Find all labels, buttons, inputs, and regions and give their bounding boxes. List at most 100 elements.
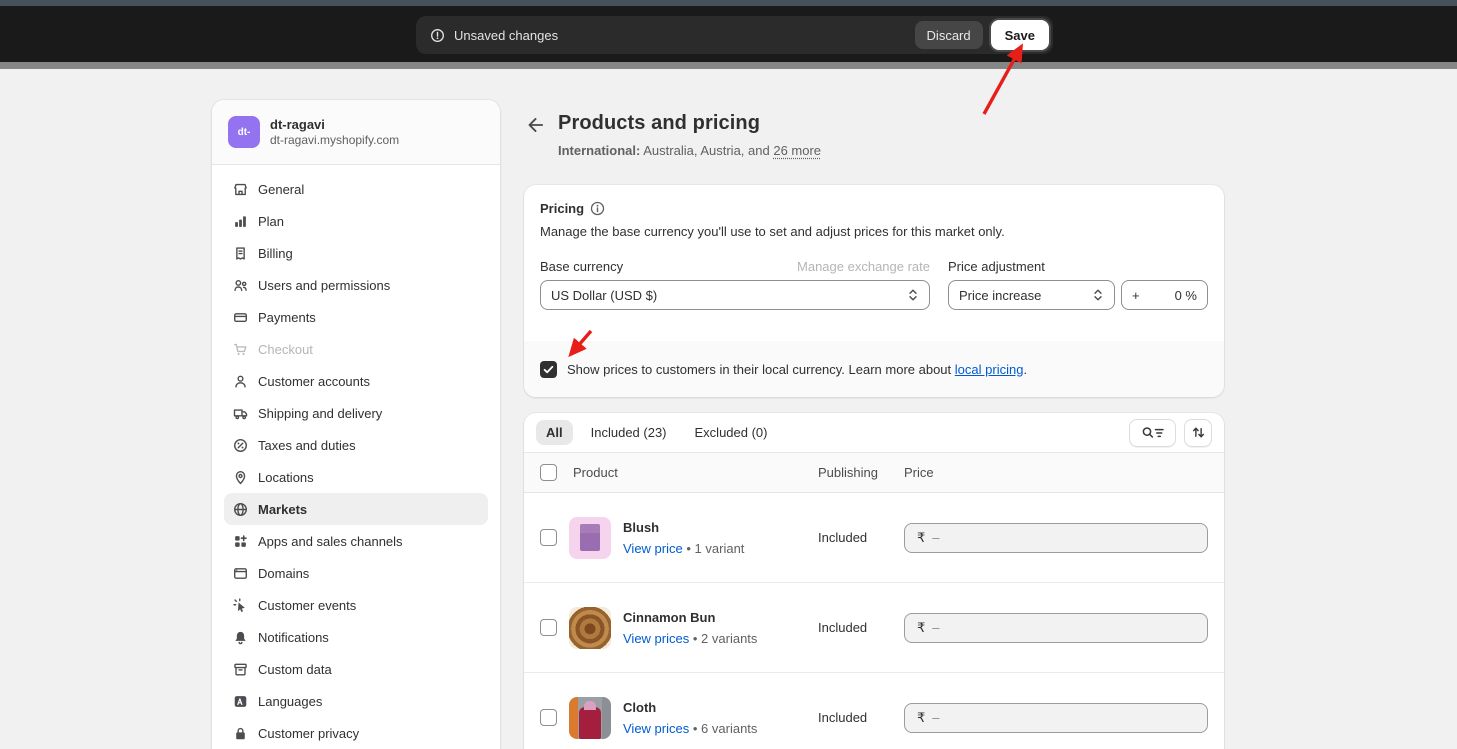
sidebar-item-label: Apps and sales channels [258, 534, 403, 549]
sidebar-item-label: Users and permissions [258, 278, 390, 293]
adjustment-percent-input[interactable]: + 0 % [1121, 280, 1208, 310]
view-price-link[interactable]: View prices [623, 631, 689, 646]
chart-icon [232, 213, 248, 229]
store-icon [232, 181, 248, 197]
save-button[interactable]: Save [991, 20, 1049, 50]
main-content: Products and pricing International: Aust… [524, 100, 1224, 158]
tab-included[interactable]: Included (23) [581, 420, 677, 445]
variant-count: 2 variants [701, 631, 757, 646]
variant-count: 6 variants [701, 721, 757, 736]
translate-icon [232, 693, 248, 709]
search-filter-button[interactable] [1129, 419, 1176, 447]
period: . [1023, 362, 1027, 377]
sidebar-item-payments[interactable]: Payments [224, 301, 488, 333]
discard-button[interactable]: Discard [915, 21, 983, 49]
receipt-icon [232, 245, 248, 261]
table-row: Cloth View prices • 6 variants Included … [524, 673, 1224, 749]
sidebar-item-languages[interactable]: Languages [224, 685, 488, 717]
sidebar-item-customer-privacy[interactable]: Customer privacy [224, 717, 488, 749]
adjustment-amount: 0 % [1175, 288, 1197, 303]
tab-all[interactable]: All [536, 420, 573, 445]
sidebar-item-domains[interactable]: Domains [224, 557, 488, 589]
info-icon[interactable] [590, 201, 605, 216]
sidebar-item-label: Customer events [258, 598, 356, 613]
sidebar-item-locations[interactable]: Locations [224, 461, 488, 493]
sidebar-item-notifications[interactable]: Notifications [224, 621, 488, 653]
back-arrow-icon[interactable] [524, 114, 546, 136]
sidebar-item-label: Checkout [258, 342, 313, 357]
archive-icon [232, 661, 248, 677]
product-thumbnail [569, 517, 611, 559]
price-input[interactable]: ₹ – [904, 523, 1208, 553]
settings-page: Unsaved changes Discard Save dt- dt-raga… [0, 0, 1457, 749]
person-icon [232, 373, 248, 389]
unsaved-changes-bar: Unsaved changes Discard Save [416, 16, 1053, 54]
alert-icon [428, 26, 446, 44]
view-price-link[interactable]: View prices [623, 721, 689, 736]
currency-symbol: ₹ [917, 710, 925, 726]
sidebar-item-label: Customer privacy [258, 726, 359, 741]
sidebar-item-label: Shipping and delivery [258, 406, 382, 421]
divider-strip [0, 62, 1457, 69]
price-adjustment-select[interactable]: Price increase [948, 280, 1115, 310]
publishing-status: Included [818, 710, 904, 725]
sidebar-item-billing[interactable]: Billing [224, 237, 488, 269]
base-currency-label: Base currency [540, 259, 623, 274]
sidebar-item-markets[interactable]: Markets [224, 493, 488, 525]
sidebar-item-taxes[interactable]: Taxes and duties [224, 429, 488, 461]
column-publishing: Publishing [818, 465, 904, 480]
pricing-card-description: Manage the base currency you'll use to s… [540, 224, 1208, 239]
sidebar-item-users[interactable]: Users and permissions [224, 269, 488, 301]
sidebar-item-plan[interactable]: Plan [224, 205, 488, 237]
chevron-updown-icon [1092, 288, 1104, 302]
base-currency-select[interactable]: US Dollar (USD $) [540, 280, 930, 310]
select-all-checkbox[interactable] [540, 464, 557, 481]
local-currency-text: Show prices to customers in their local … [567, 362, 1027, 377]
chevron-updown-icon [907, 288, 919, 302]
sidebar-item-label: Custom data [258, 662, 332, 677]
sidebar-item-label: Notifications [258, 630, 329, 645]
local-currency-checkbox[interactable] [540, 361, 557, 378]
view-price-link[interactable]: View price [623, 541, 683, 556]
cart-icon [232, 341, 248, 357]
pricing-card: Pricing Manage the base currency you'll … [524, 185, 1224, 397]
sidebar-item-shipping[interactable]: Shipping and delivery [224, 397, 488, 429]
store-switcher[interactable]: dt- dt-ragavi dt-ragavi.myshopify.com [212, 100, 500, 165]
product-thumbnail [569, 607, 611, 649]
sidebar-item-general[interactable]: General [224, 173, 488, 205]
price-input[interactable]: ₹ – [904, 613, 1208, 643]
contextual-save-topbar: Unsaved changes Discard Save [0, 6, 1457, 62]
dot-separator: • [686, 541, 691, 556]
product-name: Blush [623, 520, 818, 535]
sidebar-item-apps[interactable]: Apps and sales channels [224, 525, 488, 557]
local-pricing-link[interactable]: local pricing [955, 362, 1024, 377]
row-checkbox[interactable] [540, 709, 557, 726]
base-currency-value: US Dollar (USD $) [551, 288, 907, 303]
sidebar-item-customer-events[interactable]: Customer events [224, 589, 488, 621]
sidebar-item-checkout: Checkout [224, 333, 488, 365]
dot-separator: • [693, 631, 698, 646]
product-name: Cinnamon Bun [623, 610, 818, 625]
row-checkbox[interactable] [540, 619, 557, 636]
sidebar-item-label: General [258, 182, 304, 197]
market-name: International: [558, 143, 640, 158]
currency-symbol: ₹ [917, 530, 925, 546]
sidebar-item-custom-data[interactable]: Custom data [224, 653, 488, 685]
variant-count: 1 variant [695, 541, 745, 556]
column-price: Price [904, 465, 1208, 480]
store-name: dt-ragavi [270, 116, 399, 133]
sidebar-item-label: Locations [258, 470, 314, 485]
publishing-status: Included [818, 620, 904, 635]
price-placeholder: – [932, 620, 939, 635]
sort-button[interactable] [1184, 419, 1212, 447]
price-input[interactable]: ₹ – [904, 703, 1208, 733]
sidebar-item-customer-accounts[interactable]: Customer accounts [224, 365, 488, 397]
price-placeholder: – [932, 530, 939, 545]
tab-excluded[interactable]: Excluded (0) [685, 420, 778, 445]
market-countries: Australia, Austria, and [643, 143, 769, 158]
price-adjustment-value: Price increase [959, 288, 1092, 303]
row-checkbox[interactable] [540, 529, 557, 546]
sidebar-item-label: Customer accounts [258, 374, 370, 389]
price-placeholder: – [932, 710, 939, 725]
more-countries-link[interactable]: 26 more [773, 143, 821, 158]
